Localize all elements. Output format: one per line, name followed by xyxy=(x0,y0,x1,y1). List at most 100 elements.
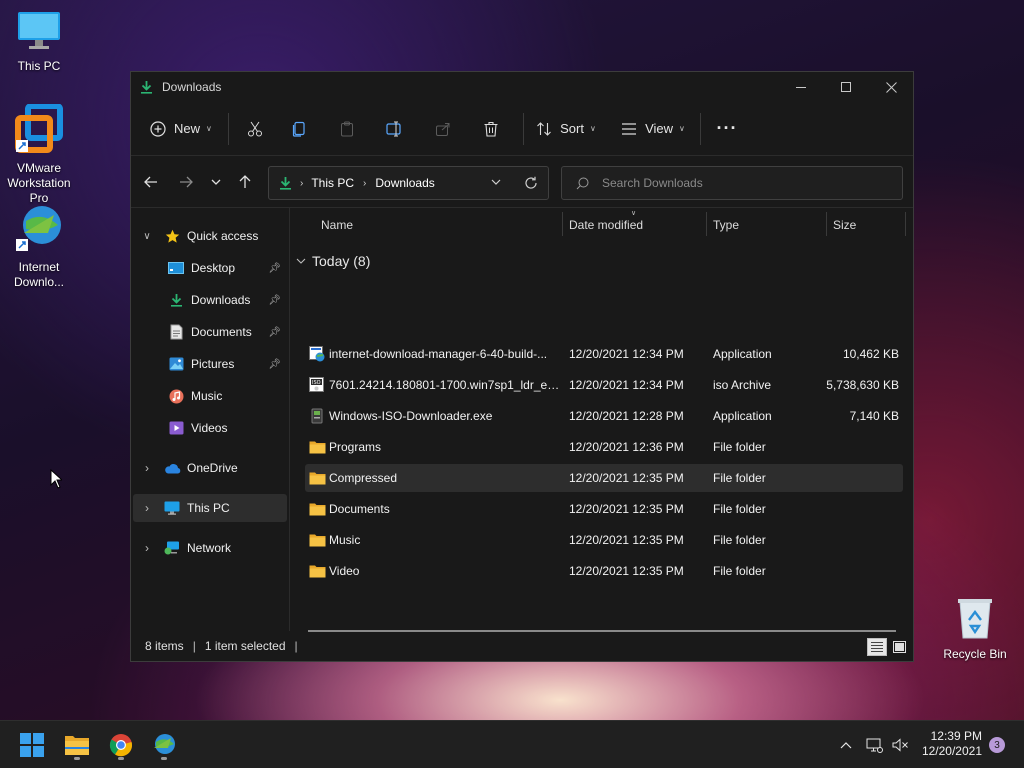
desktop-icon-this-pc[interactable]: This PC xyxy=(1,10,77,74)
file-date: 12/20/2021 12:34 PM xyxy=(569,347,684,361)
music-icon xyxy=(167,388,185,404)
up-button[interactable] xyxy=(233,170,257,194)
group-header-today[interactable]: Today (8) xyxy=(296,250,370,272)
refresh-button[interactable] xyxy=(524,176,538,190)
close-button[interactable] xyxy=(868,72,914,102)
title-bar[interactable]: Downloads xyxy=(131,72,913,102)
more-options-button[interactable]: ··· xyxy=(707,112,747,146)
back-button[interactable] xyxy=(139,170,163,194)
volume-button[interactable] xyxy=(890,721,910,768)
share-button[interactable] xyxy=(419,112,467,146)
pictures-icon xyxy=(167,356,185,372)
breadcrumb-downloads[interactable]: Downloads xyxy=(375,176,434,190)
volume-muted-icon xyxy=(892,738,908,752)
column-divider[interactable] xyxy=(905,212,906,236)
sort-button[interactable]: Sort ∨ xyxy=(530,112,602,146)
paste-button[interactable] xyxy=(323,112,371,146)
rename-button[interactable] xyxy=(371,112,419,146)
column-header-name[interactable]: Name xyxy=(321,208,353,242)
chevron-right-icon[interactable]: › xyxy=(139,501,155,515)
selection-count: 1 item selected xyxy=(204,639,286,653)
notification-badge[interactable]: 3 xyxy=(989,737,1005,753)
address-history-button[interactable] xyxy=(491,179,501,185)
address-bar[interactable]: › This PC › Downloads xyxy=(268,166,549,200)
cut-button[interactable] xyxy=(235,112,275,146)
network-status-button[interactable] xyxy=(864,721,884,768)
search-box[interactable]: Search Downloads xyxy=(561,166,903,200)
file-name: 7601.24214.180801-1700.win7sp1_ldr_escr.… xyxy=(329,378,565,392)
chrome-taskbar-button[interactable] xyxy=(103,729,139,761)
search-input[interactable]: Search Downloads xyxy=(602,176,703,190)
column-header-date-modified[interactable]: Date modified xyxy=(569,208,643,242)
table-row[interactable]: Windows-ISO-Downloader.exe 12/20/2021 12… xyxy=(305,402,903,430)
recent-locations-button[interactable] xyxy=(204,170,228,194)
maximize-button[interactable] xyxy=(823,72,869,102)
toolbar-divider xyxy=(523,112,524,145)
sidebar-item-label: Quick access xyxy=(187,229,259,243)
sidebar-item-music[interactable]: Music xyxy=(133,382,287,410)
sidebar-item-videos[interactable]: Videos xyxy=(133,414,287,442)
chevron-right-icon[interactable]: › xyxy=(139,541,155,555)
chevron-right-icon[interactable]: › xyxy=(139,461,155,475)
downloads-icon xyxy=(167,292,185,308)
downloads-icon xyxy=(140,80,154,94)
sidebar-item-pictures[interactable]: Pictures 📌︎ xyxy=(133,350,287,378)
new-button[interactable]: New ∨ xyxy=(150,112,216,146)
column-divider[interactable] xyxy=(706,212,707,236)
navigation-bar: › This PC › Downloads Search Downloads xyxy=(131,156,913,208)
windows-logo-icon xyxy=(20,733,44,757)
desktop-icon-label: This PC xyxy=(17,59,61,73)
sidebar-item-label: OneDrive xyxy=(187,461,238,475)
mouse-cursor-icon xyxy=(50,468,64,492)
start-button[interactable] xyxy=(14,729,50,761)
file-date: 12/20/2021 12:35 PM xyxy=(569,502,684,516)
show-hidden-icons-button[interactable] xyxy=(836,721,856,768)
table-row[interactable]: Video 12/20/2021 12:35 PM File folder xyxy=(305,557,903,585)
sidebar-item-this-pc[interactable]: › This PC xyxy=(133,494,287,522)
delete-button[interactable] xyxy=(467,112,515,146)
pin-icon: 📌︎ xyxy=(268,294,281,306)
file-explorer-taskbar-button[interactable] xyxy=(59,729,95,761)
sidebar-item-label: Network xyxy=(187,541,232,555)
table-row[interactable]: ISO 7601.24214.180801-1700.win7sp1_ldr_e… xyxy=(305,371,903,399)
view-button[interactable]: View ∨ xyxy=(614,112,692,146)
sidebar-item-documents[interactable]: Documents 📌︎ xyxy=(133,318,287,346)
breadcrumb-this-pc[interactable]: This PC xyxy=(311,176,354,190)
arrow-up-icon xyxy=(239,175,251,188)
sidebar-item-quick-access[interactable]: ∨ Quick access xyxy=(133,222,287,250)
iso-icon: ISO xyxy=(309,377,325,396)
chevron-down-icon: ∨ xyxy=(206,124,212,133)
status-divider: | xyxy=(294,639,298,653)
details-view-button[interactable] xyxy=(867,638,887,656)
tiles-view-icon xyxy=(892,641,906,653)
sidebar-item-desktop[interactable]: Desktop 📌︎ xyxy=(133,254,287,282)
idm-taskbar-button[interactable] xyxy=(146,729,182,761)
sidebar-item-onedrive[interactable]: › OneDrive xyxy=(133,454,287,482)
running-indicator xyxy=(161,757,167,760)
sidebar-item-downloads[interactable]: Downloads 📌︎ xyxy=(133,286,287,314)
file-type: File folder xyxy=(713,564,766,578)
exe-icon xyxy=(309,408,325,427)
tiles-view-button[interactable] xyxy=(890,638,908,656)
chevron-down-icon[interactable]: ∨ xyxy=(139,231,155,242)
table-row[interactable]: internet-download-manager-6-40-build-...… xyxy=(305,340,903,368)
taskbar-clock[interactable]: 12:39 PM 12/20/2021 xyxy=(922,729,982,759)
minimize-button[interactable] xyxy=(778,72,824,102)
desktop-icon-vmware[interactable]: VMware Workstation Pro xyxy=(1,103,77,206)
table-row[interactable]: Documents 12/20/2021 12:35 PM File folde… xyxy=(305,495,903,523)
copy-button[interactable] xyxy=(275,112,323,146)
column-header-size[interactable]: Size xyxy=(833,208,856,242)
column-header-type[interactable]: Type xyxy=(713,208,739,242)
table-row[interactable]: Music 12/20/2021 12:35 PM File folder xyxy=(305,526,903,554)
table-row-selected[interactable]: Compressed 12/20/2021 12:35 PM File fold… xyxy=(305,464,903,492)
table-row[interactable]: Programs 12/20/2021 12:36 PM File folder xyxy=(305,433,903,461)
cloud-icon xyxy=(163,460,181,476)
desktop-icon-recycle-bin[interactable]: Recycle Bin xyxy=(937,596,1013,662)
desktop-icon-idm[interactable]: Internet Downlo... xyxy=(1,203,77,290)
column-divider[interactable] xyxy=(826,212,827,236)
forward-button[interactable] xyxy=(174,170,198,194)
rename-icon xyxy=(386,121,401,136)
column-divider[interactable] xyxy=(562,212,563,236)
chevron-right-icon: › xyxy=(363,177,367,189)
sidebar-item-network[interactable]: › Network xyxy=(133,534,287,562)
